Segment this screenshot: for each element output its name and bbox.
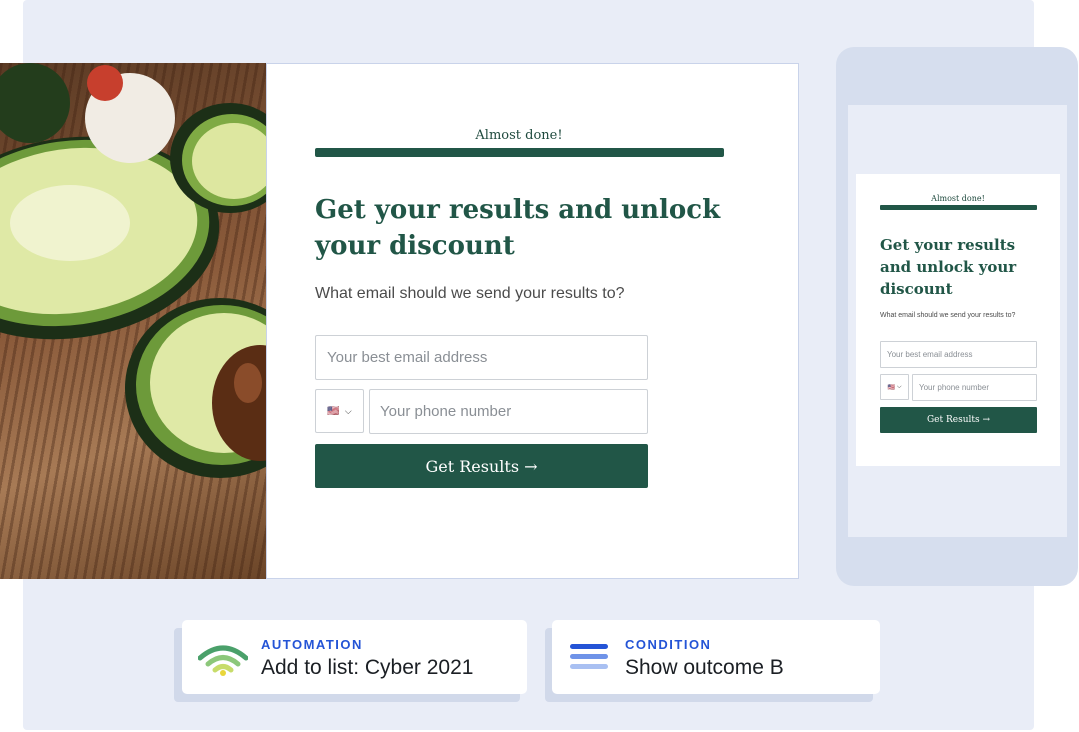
progress-label: Almost done! <box>475 128 563 143</box>
form-subtext: What email should we send your results t… <box>315 285 625 302</box>
mobile-phone-frame: Almost done! Get your results and unlock… <box>836 47 1078 586</box>
us-flag-icon: 🇺🇸 <box>327 405 340 417</box>
mobile-form-subtext: What email should we send your results t… <box>880 312 1016 319</box>
mobile-phone-field[interactable]: Your phone number <box>912 374 1037 401</box>
email-field[interactable]: Your best email address <box>315 335 648 380</box>
chevron-down-icon: ⌵ <box>344 405 352 416</box>
country-code-select[interactable]: 🇺🇸 ⌵ <box>315 389 364 433</box>
automation-text: Add to list: Cyber 2021 <box>261 656 474 679</box>
mobile-form-card: Almost done! Get your results and unlock… <box>856 174 1060 466</box>
condition-kicker: CONDITION <box>625 637 712 652</box>
mobile-screen: Almost done! Get your results and unlock… <box>848 105 1067 537</box>
phone-field[interactable]: Your phone number <box>369 389 648 434</box>
mobile-get-results-button[interactable]: Get Results → <box>880 407 1037 433</box>
mobile-progress-bar <box>880 205 1037 210</box>
automation-kicker: AUTOMATION <box>261 637 363 652</box>
avocado-illustration <box>0 63 266 478</box>
email-placeholder: Your best email address <box>327 349 488 366</box>
automation-card[interactable]: AUTOMATION Add to list: Cyber 2021 <box>182 620 527 694</box>
condition-card[interactable]: CONDITION Show outcome B <box>552 620 880 694</box>
mobile-progress-label: Almost done! <box>931 194 985 203</box>
condition-text: Show outcome B <box>625 656 784 679</box>
progress-bar <box>315 148 724 157</box>
mobile-phone-placeholder: Your phone number <box>919 383 989 392</box>
chevron-down-icon: ⌵ <box>896 383 902 390</box>
form-headline: Get your results and unlock your discoun… <box>315 195 721 261</box>
stacked-lines-icon <box>570 644 608 669</box>
desktop-form-card: Almost done! Get your results and unlock… <box>266 63 799 579</box>
mobile-country-code-select[interactable]: 🇺🇸 ⌵ <box>880 374 909 400</box>
mobile-email-field[interactable]: Your best email address <box>880 341 1037 368</box>
avocado-photo <box>0 63 266 579</box>
get-results-button[interactable]: Get Results → <box>315 444 648 488</box>
phone-placeholder: Your phone number <box>380 403 512 420</box>
us-flag-icon: 🇺🇸 <box>887 384 895 391</box>
mobile-form-headline: Get your results and unlock your discoun… <box>880 236 1017 298</box>
wifi-signal-icon <box>198 645 248 676</box>
mobile-email-placeholder: Your best email address <box>887 350 973 359</box>
